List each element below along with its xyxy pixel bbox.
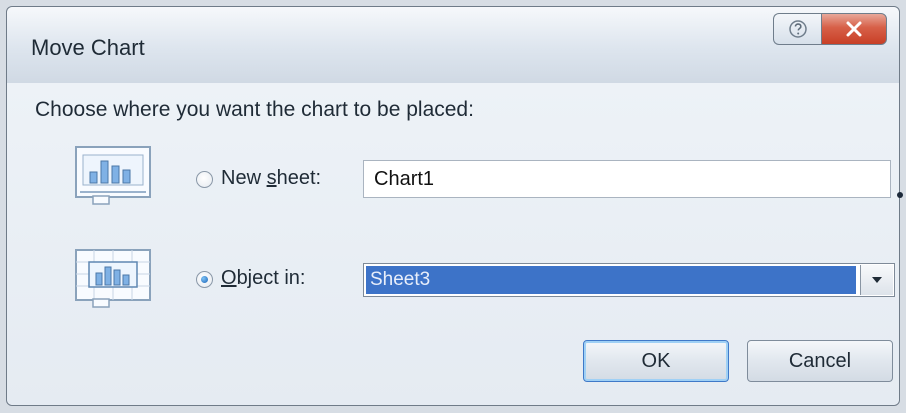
new-sheet-name-input[interactable]: Chart1 (363, 160, 891, 198)
dialog-title: Move Chart (31, 35, 145, 60)
cancel-button[interactable]: Cancel (747, 340, 893, 382)
object-in-label[interactable]: Object in: (221, 267, 306, 290)
chevron-down-icon (872, 277, 882, 283)
help-button[interactable] (773, 13, 821, 45)
placement-prompt: Choose where you want the chart to be pl… (35, 98, 474, 121)
ok-button[interactable]: OK (583, 340, 729, 382)
object-in-sheet-select[interactable]: Sheet3 (363, 263, 895, 297)
close-icon (846, 21, 862, 37)
selected-sheet-value: Sheet3 (366, 266, 856, 294)
dialog-content: Choose where you want the chart to be pl… (7, 83, 899, 405)
object-in-radio[interactable] (196, 271, 213, 288)
move-chart-dialog: Move Chart Choose where you want the cha… (6, 6, 900, 406)
embedded-chart-icon (75, 249, 153, 309)
close-button[interactable] (821, 13, 887, 45)
dropdown-button[interactable] (860, 265, 893, 295)
chart-sheet-icon (75, 146, 153, 206)
resize-marker (897, 192, 903, 198)
new-sheet-radio[interactable] (196, 171, 213, 188)
title-bar: Move Chart (7, 7, 899, 83)
new-sheet-label[interactable]: New sheet: (221, 167, 321, 190)
help-icon (788, 20, 807, 38)
caption-buttons (773, 13, 887, 45)
